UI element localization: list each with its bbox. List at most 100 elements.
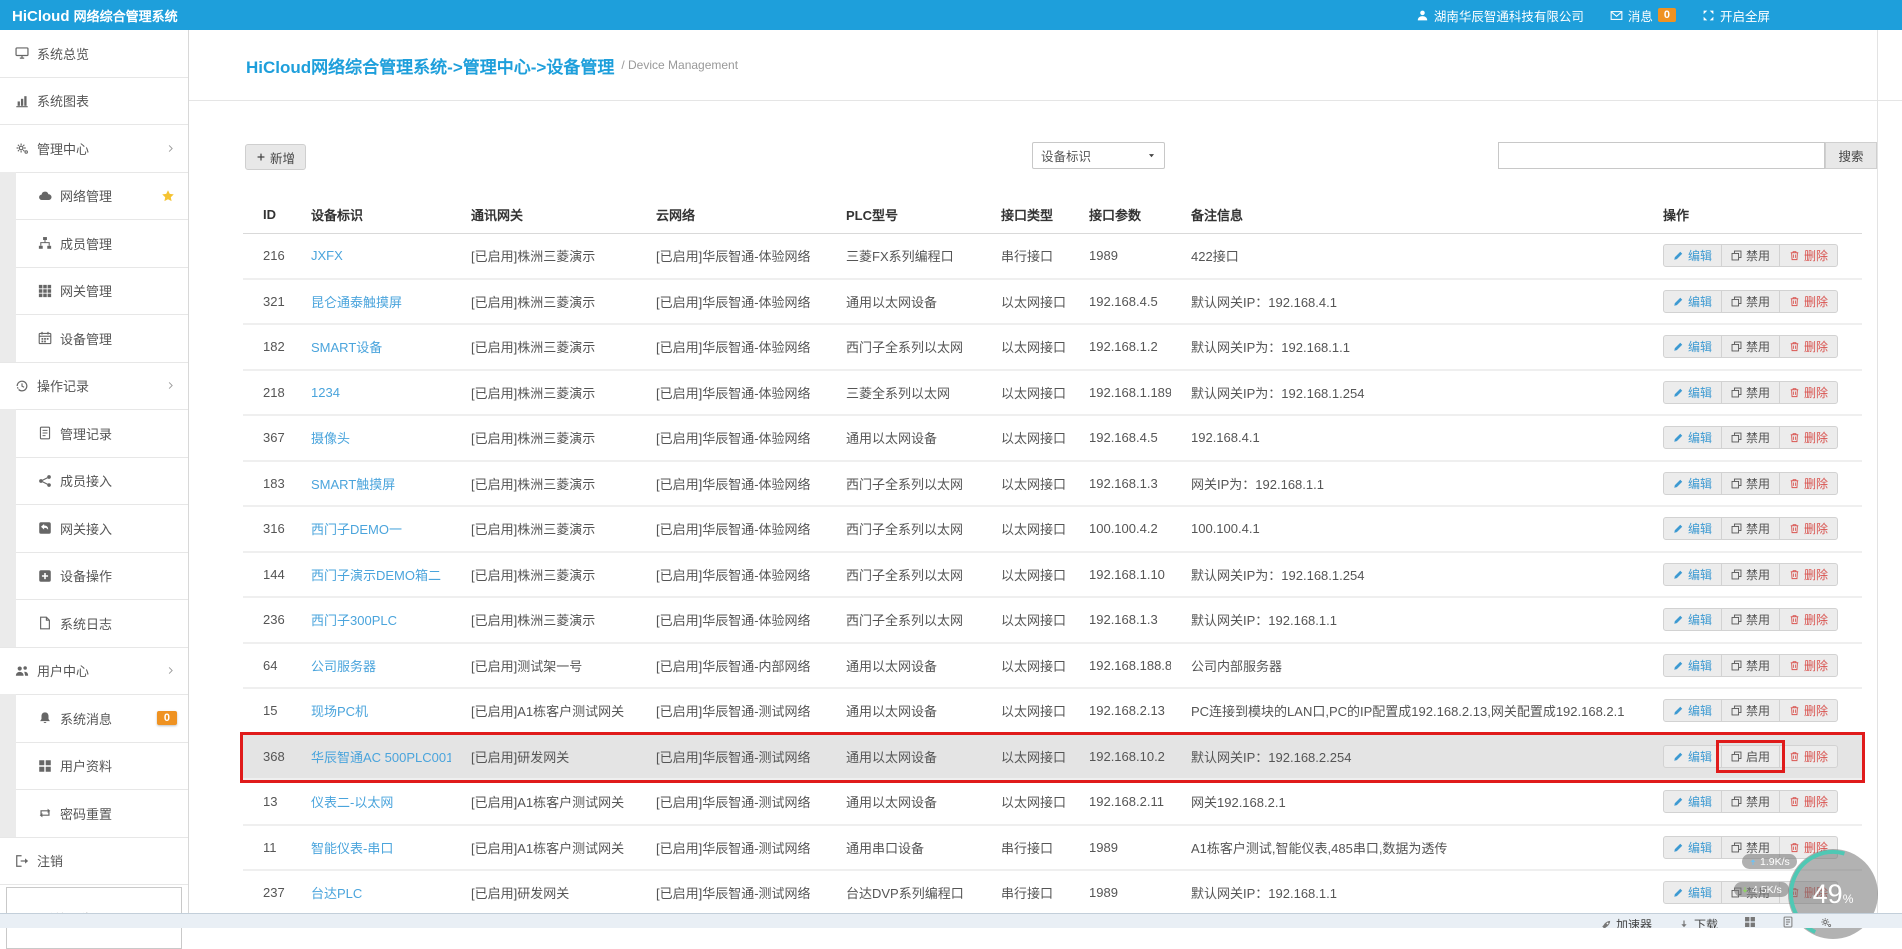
device-name-link[interactable]: 台达PLC bbox=[291, 883, 451, 902]
device-name-link[interactable]: 仪表二-以太网 bbox=[291, 792, 451, 811]
toggle-enable-button[interactable]: 禁用 bbox=[1721, 517, 1781, 541]
sidebar-item-admin-records[interactable]: 管理记录 bbox=[0, 409, 188, 458]
toggle-enable-button[interactable]: 禁用 bbox=[1721, 380, 1781, 404]
device-name-link[interactable]: 智能仪表-串口 bbox=[291, 838, 451, 857]
sidebar-item-gateway-access[interactable]: 网关接入 bbox=[0, 504, 188, 553]
delete-button[interactable]: 删除 bbox=[1779, 562, 1839, 586]
cell-operations: 编辑禁用删除 bbox=[1655, 790, 1862, 814]
search-input[interactable] bbox=[1498, 142, 1825, 169]
edit-button[interactable]: 编辑 bbox=[1663, 562, 1723, 586]
delete-button[interactable]: 删除 bbox=[1779, 426, 1839, 450]
plusbox-icon bbox=[38, 569, 52, 583]
device-name-link[interactable]: 西门子300PLC bbox=[291, 610, 451, 629]
toggle-enable-button[interactable]: 禁用 bbox=[1721, 790, 1781, 814]
edit-button[interactable]: 编辑 bbox=[1663, 790, 1723, 814]
sidebar-item-system-charts[interactable]: 系统图表 bbox=[0, 77, 188, 125]
toggle-enable-button[interactable]: 禁用 bbox=[1721, 653, 1781, 677]
delete-button[interactable]: 删除 bbox=[1779, 471, 1839, 495]
edit-button[interactable]: 编辑 bbox=[1663, 289, 1723, 313]
sidebar-item-label: 用户中心 bbox=[37, 664, 90, 680]
edit-button[interactable]: 编辑 bbox=[1663, 881, 1723, 905]
delete-button[interactable]: 删除 bbox=[1779, 244, 1839, 268]
cell-remark: 默认网关IP为：192.168.1.1 bbox=[1191, 340, 1350, 356]
sidebar-item-system-logs[interactable]: 系统日志 bbox=[0, 599, 188, 648]
download-manager-button[interactable]: 下载 bbox=[1678, 916, 1718, 928]
sidebar-item-system-messages[interactable]: 系统消息 0 bbox=[0, 694, 188, 743]
statusbar-icon-grid[interactable] bbox=[1744, 916, 1756, 928]
toggle-enable-button[interactable]: 禁用 bbox=[1721, 426, 1781, 450]
sidebar-item-device-mgmt[interactable]: 设备管理 bbox=[0, 314, 188, 363]
toggle-enable-button[interactable]: 禁用 bbox=[1721, 244, 1781, 268]
app-logo[interactable]: HiCloud 网络综合管理系统 bbox=[0, 6, 200, 25]
edit-button[interactable]: 编辑 bbox=[1663, 380, 1723, 404]
sidebar-item-member-mgmt[interactable]: 成员管理 bbox=[0, 219, 188, 268]
add-device-button[interactable]: 新增 bbox=[245, 144, 307, 170]
edit-button[interactable]: 编辑 bbox=[1663, 471, 1723, 495]
device-name-link[interactable]: SMART设备 bbox=[291, 337, 451, 356]
panel-icon bbox=[1782, 916, 1794, 928]
account-menu[interactable]: 湖南华辰智通科技有限公司 bbox=[1416, 6, 1584, 25]
sidebar-item-system-overview[interactable]: 系统总览 bbox=[0, 30, 188, 78]
toggle-enable-button[interactable]: 禁用 bbox=[1721, 699, 1781, 723]
device-name-link[interactable]: 现场PC机 bbox=[291, 701, 451, 720]
device-name-link[interactable]: 华辰智通AC 500PLC001 bbox=[291, 747, 451, 766]
accelerator-button[interactable]: 加速器 bbox=[1600, 916, 1652, 928]
sidebar-item-logout[interactable]: 注销 bbox=[0, 837, 188, 885]
device-name-link[interactable]: 西门子演示DEMO箱二 bbox=[291, 565, 451, 584]
edit-button[interactable]: 编辑 bbox=[1663, 517, 1723, 541]
edit-button[interactable]: 编辑 bbox=[1663, 835, 1723, 859]
delete-button[interactable]: 删除 bbox=[1779, 699, 1839, 723]
statusbar-icon-panel[interactable] bbox=[1782, 916, 1794, 928]
delete-button[interactable]: 删除 bbox=[1779, 608, 1839, 632]
toggle-enable-button[interactable]: 禁用 bbox=[1721, 562, 1781, 586]
delete-button[interactable]: 删除 bbox=[1779, 744, 1839, 768]
sidebar-item-operation-records[interactable]: 操作记录 bbox=[0, 362, 188, 410]
cell-remark: 公司内部服务器 bbox=[1191, 658, 1283, 674]
toggle-enable-button[interactable]: 启用 bbox=[1716, 739, 1786, 773]
filter-field-select[interactable]: 设备标识 bbox=[1032, 142, 1165, 169]
edit-button[interactable]: 编辑 bbox=[1663, 335, 1723, 359]
sidebar-item-gateway-mgmt[interactable]: 网关管理 bbox=[0, 266, 188, 315]
cell-gateway: [已启用]株洲三菱演示 bbox=[471, 294, 596, 310]
messages-menu[interactable]: 消息 0 bbox=[1610, 6, 1676, 25]
sidebar-item-user-profile[interactable]: 用户资料 bbox=[0, 741, 188, 790]
table-row: 64 公司服务器 [已启用]测试架一号 [已启用]华辰智通-内部网络 通用以太网设备 以太… bbox=[243, 643, 1862, 689]
sidebar-item-member-access[interactable]: 成员接入 bbox=[0, 456, 188, 505]
cell-interface-type: 以太网接口 bbox=[1001, 658, 1067, 674]
device-name-link[interactable]: 摄像头 bbox=[291, 428, 451, 447]
sidebar-item-user-center[interactable]: 用户中心 bbox=[0, 647, 188, 695]
edit-button[interactable]: 编辑 bbox=[1663, 744, 1723, 768]
statusbar-icon-settings[interactable] bbox=[1820, 916, 1832, 928]
toggle-enable-button[interactable]: 禁用 bbox=[1721, 471, 1781, 495]
edit-button[interactable]: 编辑 bbox=[1663, 699, 1723, 723]
cell-interface-type: 串行接口 bbox=[1001, 886, 1054, 902]
fullscreen-toggle[interactable]: 开启全屏 bbox=[1702, 6, 1770, 25]
edit-button[interactable]: 编辑 bbox=[1663, 426, 1723, 450]
delete-button[interactable]: 删除 bbox=[1779, 289, 1839, 313]
device-name-link[interactable]: JXFX bbox=[291, 248, 451, 263]
sidebar-item-admin-center[interactable]: 管理中心 bbox=[0, 125, 188, 173]
sidebar-item-network-mgmt[interactable]: 网络管理 bbox=[0, 171, 188, 220]
device-name-link[interactable]: 公司服务器 bbox=[291, 656, 451, 675]
delete-button[interactable]: 删除 bbox=[1779, 335, 1839, 359]
download-icon bbox=[1678, 919, 1690, 929]
toggle-enable-button[interactable]: 禁用 bbox=[1721, 335, 1781, 359]
search-button[interactable]: 搜索 bbox=[1825, 142, 1877, 169]
edit-button[interactable]: 编辑 bbox=[1663, 608, 1723, 632]
edit-button[interactable]: 编辑 bbox=[1663, 653, 1723, 677]
delete-button[interactable]: 删除 bbox=[1779, 653, 1839, 677]
toggle-enable-button[interactable]: 禁用 bbox=[1721, 608, 1781, 632]
edit-button[interactable]: 编辑 bbox=[1663, 244, 1723, 268]
delete-button[interactable]: 删除 bbox=[1779, 517, 1839, 541]
cell-interface-type: 以太网接口 bbox=[1001, 567, 1067, 583]
pencil-icon bbox=[1673, 250, 1684, 261]
device-name-link[interactable]: 昆仑通泰触摸屏 bbox=[291, 292, 451, 311]
delete-button[interactable]: 删除 bbox=[1779, 380, 1839, 404]
sidebar-item-password-reset[interactable]: 密码重置 bbox=[0, 789, 188, 838]
delete-button[interactable]: 删除 bbox=[1779, 790, 1839, 814]
device-name-link[interactable]: SMART触摸屏 bbox=[291, 474, 451, 493]
device-name-link[interactable]: 西门子DEMO一 bbox=[291, 519, 451, 538]
toggle-enable-button[interactable]: 禁用 bbox=[1721, 289, 1781, 313]
device-name-link[interactable]: 1234 bbox=[291, 385, 451, 400]
sidebar-item-device-operation[interactable]: 设备操作 bbox=[0, 551, 188, 600]
